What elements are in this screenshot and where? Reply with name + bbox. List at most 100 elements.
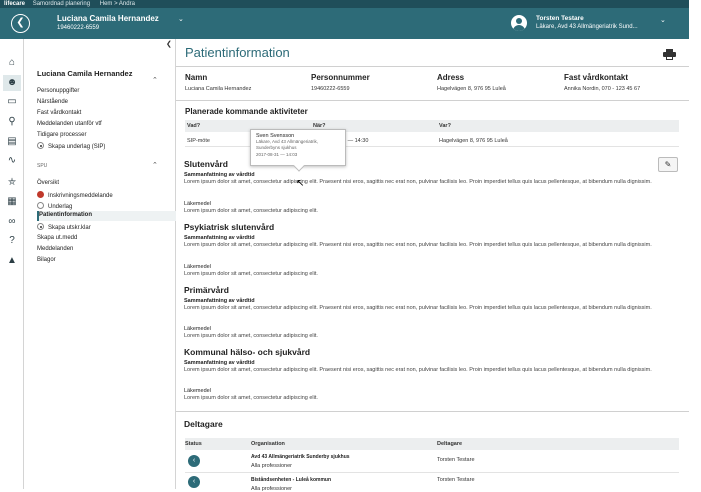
sidebar-item-skapa-utskr-klar[interactable]: Skapa utskr.klar	[37, 223, 91, 231]
sidebar-chevron-up-icon[interactable]: ⌃	[152, 76, 158, 84]
brand-logo: lifecare	[4, 1, 26, 7]
row-where: Hagelvägen 8, 976 95 Luleå	[439, 138, 508, 144]
participant-org: Avd 43 Allmängeriatrik Sunderby sjukhus	[251, 454, 350, 460]
popover-role: Läkare, Avd 43 Allmängeriatrik, Sunderby…	[256, 139, 318, 150]
sidebar-item-fast-vardkontakt[interactable]: Fast vårdkontakt	[37, 110, 81, 116]
med-text: Lorem ipsum dolor sit amet, consectetur …	[184, 333, 318, 339]
sidebar-item-tidigare-processer[interactable]: Tidigare processer	[37, 132, 86, 138]
participant-name: Torsten Testare	[437, 457, 475, 463]
header-patient-name: Luciana Camila Hernandez	[57, 14, 159, 23]
sidebar-item-meddelanden[interactable]: Meddelanden	[37, 246, 73, 252]
user-avatar-icon[interactable]	[511, 15, 527, 31]
contact-label: Fast vårdkontakt	[564, 73, 629, 82]
graduation-cap-icon[interactable]: ▲	[3, 253, 21, 269]
add-bullet-icon	[37, 142, 44, 149]
participant-name: Torsten Testare	[437, 477, 475, 483]
col-what: Vad?	[187, 123, 201, 129]
address-value: Hagelvägen 8, 976 95 Luleå	[437, 86, 506, 92]
section-chevron-up-icon[interactable]: ⌃	[152, 161, 158, 169]
summary-text: Lorem ipsum dolor sit amet, consectetur …	[184, 305, 652, 311]
popover-time: 2017-08-31 — 14:03	[256, 152, 298, 157]
col-deltagare: Deltagare	[437, 441, 463, 447]
sidebar-item-label: Skapa underlag (SIP)	[48, 144, 106, 150]
summary-text: Lorem ipsum dolor sit amet, consectetur …	[184, 367, 652, 373]
link-icon[interactable]: ∞	[3, 214, 21, 230]
sidebar-item-meddelanden-utanfor[interactable]: Meddelanden utanför vtf	[37, 121, 102, 127]
row-when: 3 — 14:30	[343, 138, 369, 144]
planned-heading: Planerade kommande aktiviteter	[185, 107, 308, 116]
back-arrow-icon: ❮	[16, 17, 25, 28]
document-icon[interactable]: ▤	[3, 134, 21, 150]
search-icon[interactable]: ⚲	[3, 114, 21, 130]
sidebar-item-label: Skapa utskr.klar	[48, 225, 91, 231]
sidebar-item-narstaende[interactable]: Närstående	[37, 99, 68, 105]
sidebar-item-oversikt[interactable]: Översikt	[37, 180, 59, 186]
row-what: SIP-möte	[187, 138, 210, 144]
alert-dot-icon	[37, 191, 44, 198]
sidebar-item-label: Underlag	[48, 204, 73, 210]
back-button[interactable]: ❮	[11, 14, 30, 33]
printer-icon[interactable]	[663, 49, 676, 60]
mouse-cursor-icon: ↖	[296, 178, 305, 189]
patient-header: ❮ Luciana Camila Hernandez 19460222-6559…	[0, 8, 689, 39]
summary-label: Sammanfattning av vårdtid	[184, 235, 255, 241]
collapse-sidebar-icon[interactable]: ❮	[166, 40, 172, 48]
divider	[176, 411, 689, 412]
sidebar-item-inskrivningsmeddelande[interactable]: Inskrivningsmeddelande	[37, 191, 113, 199]
divider	[176, 100, 689, 101]
med-label: Läkemedel	[184, 326, 211, 332]
inbox-icon[interactable]: ▭	[3, 94, 21, 110]
summary-label: Sammanfattning av vårdtid	[184, 298, 255, 304]
participants-heading: Deltagare	[184, 419, 223, 429]
top-strip: lifecare Samordnad planering Hem > Andra	[0, 0, 689, 8]
pnr-label: Personnummer	[311, 73, 370, 82]
section-heading: Primärvård	[184, 285, 229, 295]
pencil-icon: ✎	[664, 160, 672, 169]
sidebar-patient-name: Luciana Camila Hernandez	[37, 69, 133, 78]
section-heading: Slutenvård	[184, 159, 228, 169]
section-heading: Psykiatrisk slutenvård	[184, 222, 275, 232]
name-label: Namn	[185, 73, 208, 82]
summary-label: Sammanfattning av vårdtid	[184, 172, 255, 178]
edit-button[interactable]: ✎	[658, 157, 678, 172]
med-text: Lorem ipsum dolor sit amet, consectetur …	[184, 208, 318, 214]
header-patient-id: 19460222-6559	[57, 25, 100, 31]
med-text: Lorem ipsum dolor sit amet, consectetur …	[184, 271, 318, 277]
chart-icon[interactable]: ∿	[3, 153, 21, 169]
sidebar-item-skapa-ut-medd[interactable]: Skapa ut.medd	[37, 235, 77, 241]
icon-rail: ⌂ ☻ ▭ ⚲ ▤ ∿ ⛤ ▦ ∞ ? ▲	[0, 39, 24, 489]
expand-row-icon[interactable]: ‹	[188, 476, 200, 488]
pnr-value: 19460222-6559	[311, 86, 350, 92]
col-where: Var?	[439, 123, 451, 129]
person-icon[interactable]: ☻	[3, 75, 21, 91]
edge-strip	[689, 0, 701, 489]
summary-label: Sammanfattning av vårdtid	[184, 360, 255, 366]
name-value: Luciana Camila Hernandez	[185, 86, 252, 92]
help-icon[interactable]: ?	[3, 233, 21, 249]
sidebar-item-skapa-underlag[interactable]: Skapa underlag (SIP)	[37, 142, 105, 150]
expand-row-icon[interactable]: ‹	[188, 455, 200, 467]
sidebar-item-patientinformation[interactable]: Patientinformation	[39, 212, 92, 218]
user-chevron-down-icon[interactable]: ⌄	[660, 16, 666, 24]
breadcrumb[interactable]: Hem > Andra	[100, 1, 135, 7]
home-icon[interactable]: ⌂	[3, 55, 21, 71]
main-content: Patientinformation Namn Luciana Camila H…	[176, 39, 689, 492]
form-icon[interactable]: ▦	[3, 194, 21, 210]
app-name[interactable]: Samordnad planering	[33, 1, 90, 7]
divider	[185, 472, 679, 473]
user-name[interactable]: Torsten Testare	[536, 15, 584, 22]
sidebar: ❮ Luciana Camila Hernandez ⌃ Personuppgi…	[24, 39, 176, 489]
patient-chevron-down-icon[interactable]: ⌄	[178, 15, 184, 23]
sidebar-item-personuppgifter[interactable]: Personuppgifter	[37, 88, 79, 94]
status-circle-icon	[37, 202, 44, 209]
sidebar-item-label: Inskrivningsmeddelande	[48, 193, 113, 199]
sidebar-item-bilagor[interactable]: Bilagor	[37, 257, 56, 263]
med-label: Läkemedel	[184, 388, 211, 394]
address-label: Adress	[437, 73, 465, 82]
med-label: Läkemedel	[184, 264, 211, 270]
cart-icon[interactable]: ⛤	[3, 175, 21, 191]
section-heading: Kommunal hälso- och sjukvård	[184, 347, 311, 357]
summary-text: Lorem ipsum dolor sit amet, consectetur …	[184, 242, 652, 248]
sidebar-item-underlag[interactable]: Underlag	[37, 202, 72, 210]
participants-table-header: Status Organisation Deltagare	[185, 438, 679, 450]
